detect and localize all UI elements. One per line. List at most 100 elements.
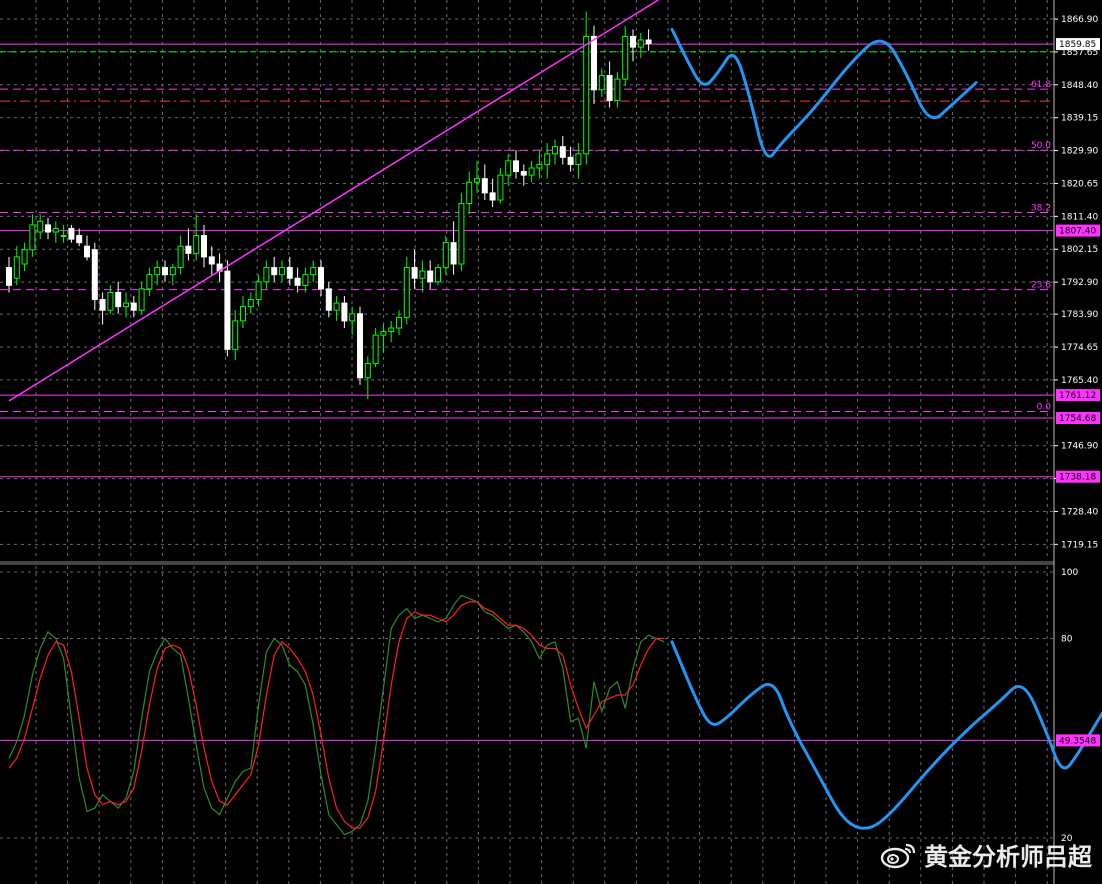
candle-body[interactable] xyxy=(544,153,551,165)
candle-body[interactable] xyxy=(520,171,527,176)
candle-body[interactable] xyxy=(302,274,309,286)
candle-body[interactable] xyxy=(614,78,621,101)
candle-body[interactable] xyxy=(427,270,434,283)
candle-body[interactable] xyxy=(45,224,51,233)
candle-body[interactable] xyxy=(450,242,457,265)
price-tick-label: 1820.65 xyxy=(1061,179,1098,189)
candle-body[interactable] xyxy=(310,267,317,276)
candle-body[interactable] xyxy=(364,363,371,379)
candle-body[interactable] xyxy=(294,277,301,286)
candle-body[interactable] xyxy=(536,163,543,169)
candle-body[interactable] xyxy=(591,35,597,91)
price-tick-label: 1866.90 xyxy=(1061,15,1098,25)
candle-body[interactable] xyxy=(489,192,496,201)
price-tick-label: 1839.15 xyxy=(1061,114,1098,124)
oscillator-tick-label: 100 xyxy=(1061,568,1078,578)
candle-body[interactable] xyxy=(84,245,90,258)
candle-body[interactable] xyxy=(60,235,67,238)
candle-body[interactable] xyxy=(419,270,426,279)
price-tick-label: 1783.90 xyxy=(1061,310,1098,320)
candle-body[interactable] xyxy=(52,227,59,233)
candle-body[interactable] xyxy=(247,299,254,308)
candle-body[interactable] xyxy=(123,302,129,308)
candle-body[interactable] xyxy=(442,242,449,269)
candle-body[interactable] xyxy=(396,316,402,329)
candle-body[interactable] xyxy=(403,267,410,318)
candle-body[interactable] xyxy=(630,35,636,48)
candle-body[interactable] xyxy=(146,274,153,290)
fib-level-label: 61.8 xyxy=(1031,80,1051,90)
candle-body[interactable] xyxy=(37,220,44,233)
candle-body[interactable] xyxy=(185,245,192,254)
candle-body[interactable] xyxy=(208,256,215,265)
candle-body[interactable] xyxy=(286,267,293,279)
candle-body[interactable] xyxy=(349,313,356,322)
candle-body[interactable] xyxy=(458,203,465,265)
candle-body[interactable] xyxy=(154,267,161,276)
candle-body[interactable] xyxy=(567,156,574,165)
candle-body[interactable] xyxy=(357,313,363,379)
candle-body[interactable] xyxy=(21,249,28,265)
candle-body[interactable] xyxy=(271,267,278,276)
candle-body[interactable] xyxy=(497,174,504,201)
watermark-text: 黄金分析师吕超 xyxy=(924,843,1092,871)
candle-body[interactable] xyxy=(606,75,613,101)
candle-body[interactable] xyxy=(481,178,488,194)
price-tick-label: 1746.90 xyxy=(1061,442,1098,452)
candle-body[interactable] xyxy=(99,299,106,311)
candle-body[interactable] xyxy=(263,267,270,283)
candle-body[interactable] xyxy=(341,302,348,322)
candle-body[interactable] xyxy=(224,270,231,350)
candle-body[interactable] xyxy=(559,146,566,158)
candle-body[interactable] xyxy=(232,320,239,350)
candle-body[interactable] xyxy=(115,291,122,308)
candle-body[interactable] xyxy=(29,224,36,251)
candle-body[interactable] xyxy=(575,153,582,165)
candle-body[interactable] xyxy=(411,267,418,279)
candle-body[interactable] xyxy=(325,288,332,311)
candle-body[interactable] xyxy=(598,75,605,91)
candle-body[interactable] xyxy=(552,146,558,155)
candle-body[interactable] xyxy=(177,245,184,269)
candle-body[interactable] xyxy=(107,291,114,311)
candle-body[interactable] xyxy=(6,267,12,286)
candle-body[interactable] xyxy=(380,331,387,336)
candle-body[interactable] xyxy=(583,35,590,155)
candle-body[interactable] xyxy=(279,267,285,276)
candle-body[interactable] xyxy=(138,288,145,311)
candle-body[interactable] xyxy=(388,327,395,333)
fib-level-label: 0.0 xyxy=(1037,403,1052,413)
candle-body[interactable] xyxy=(333,302,340,311)
price-tag-label: 1754.68 xyxy=(1059,414,1096,424)
candle-body[interactable] xyxy=(193,235,200,254)
fib-level-label: 38.2 xyxy=(1031,203,1051,213)
candle-body[interactable] xyxy=(637,39,644,48)
candle-body[interactable] xyxy=(91,249,98,301)
candle-body[interactable] xyxy=(318,267,324,290)
price-tag-label: 1859.85 xyxy=(1059,40,1096,50)
candle-body[interactable] xyxy=(372,334,379,365)
candle-body[interactable] xyxy=(76,235,83,244)
candle-body[interactable] xyxy=(645,39,652,45)
candle-body[interactable] xyxy=(528,167,535,176)
candle-body[interactable] xyxy=(474,178,480,183)
candle-body[interactable] xyxy=(622,35,629,80)
price-tick-label: 1848.40 xyxy=(1061,81,1098,91)
price-tick-label: 1774.65 xyxy=(1061,343,1098,353)
candle-body[interactable] xyxy=(201,235,207,258)
candle-body[interactable] xyxy=(435,267,441,283)
trading-chart[interactable]: 61.850.038.223.60.0 1866.901857.651848.4… xyxy=(0,0,1102,884)
candle-body[interactable] xyxy=(466,181,473,205)
oscillator-level-label: 49.3548 xyxy=(1059,736,1096,746)
oscillator-tick-label: 80 xyxy=(1061,635,1073,645)
candle-body[interactable] xyxy=(505,160,512,176)
candle-body[interactable] xyxy=(68,227,75,240)
price-tag-label: 1738.18 xyxy=(1059,473,1096,483)
candle-body[interactable] xyxy=(240,306,246,322)
candle-body[interactable] xyxy=(255,281,262,301)
candle-body[interactable] xyxy=(13,256,20,279)
candle-body[interactable] xyxy=(130,302,137,311)
candle-body[interactable] xyxy=(513,160,519,173)
candle-body[interactable] xyxy=(169,267,176,276)
candle-body[interactable] xyxy=(162,267,168,276)
